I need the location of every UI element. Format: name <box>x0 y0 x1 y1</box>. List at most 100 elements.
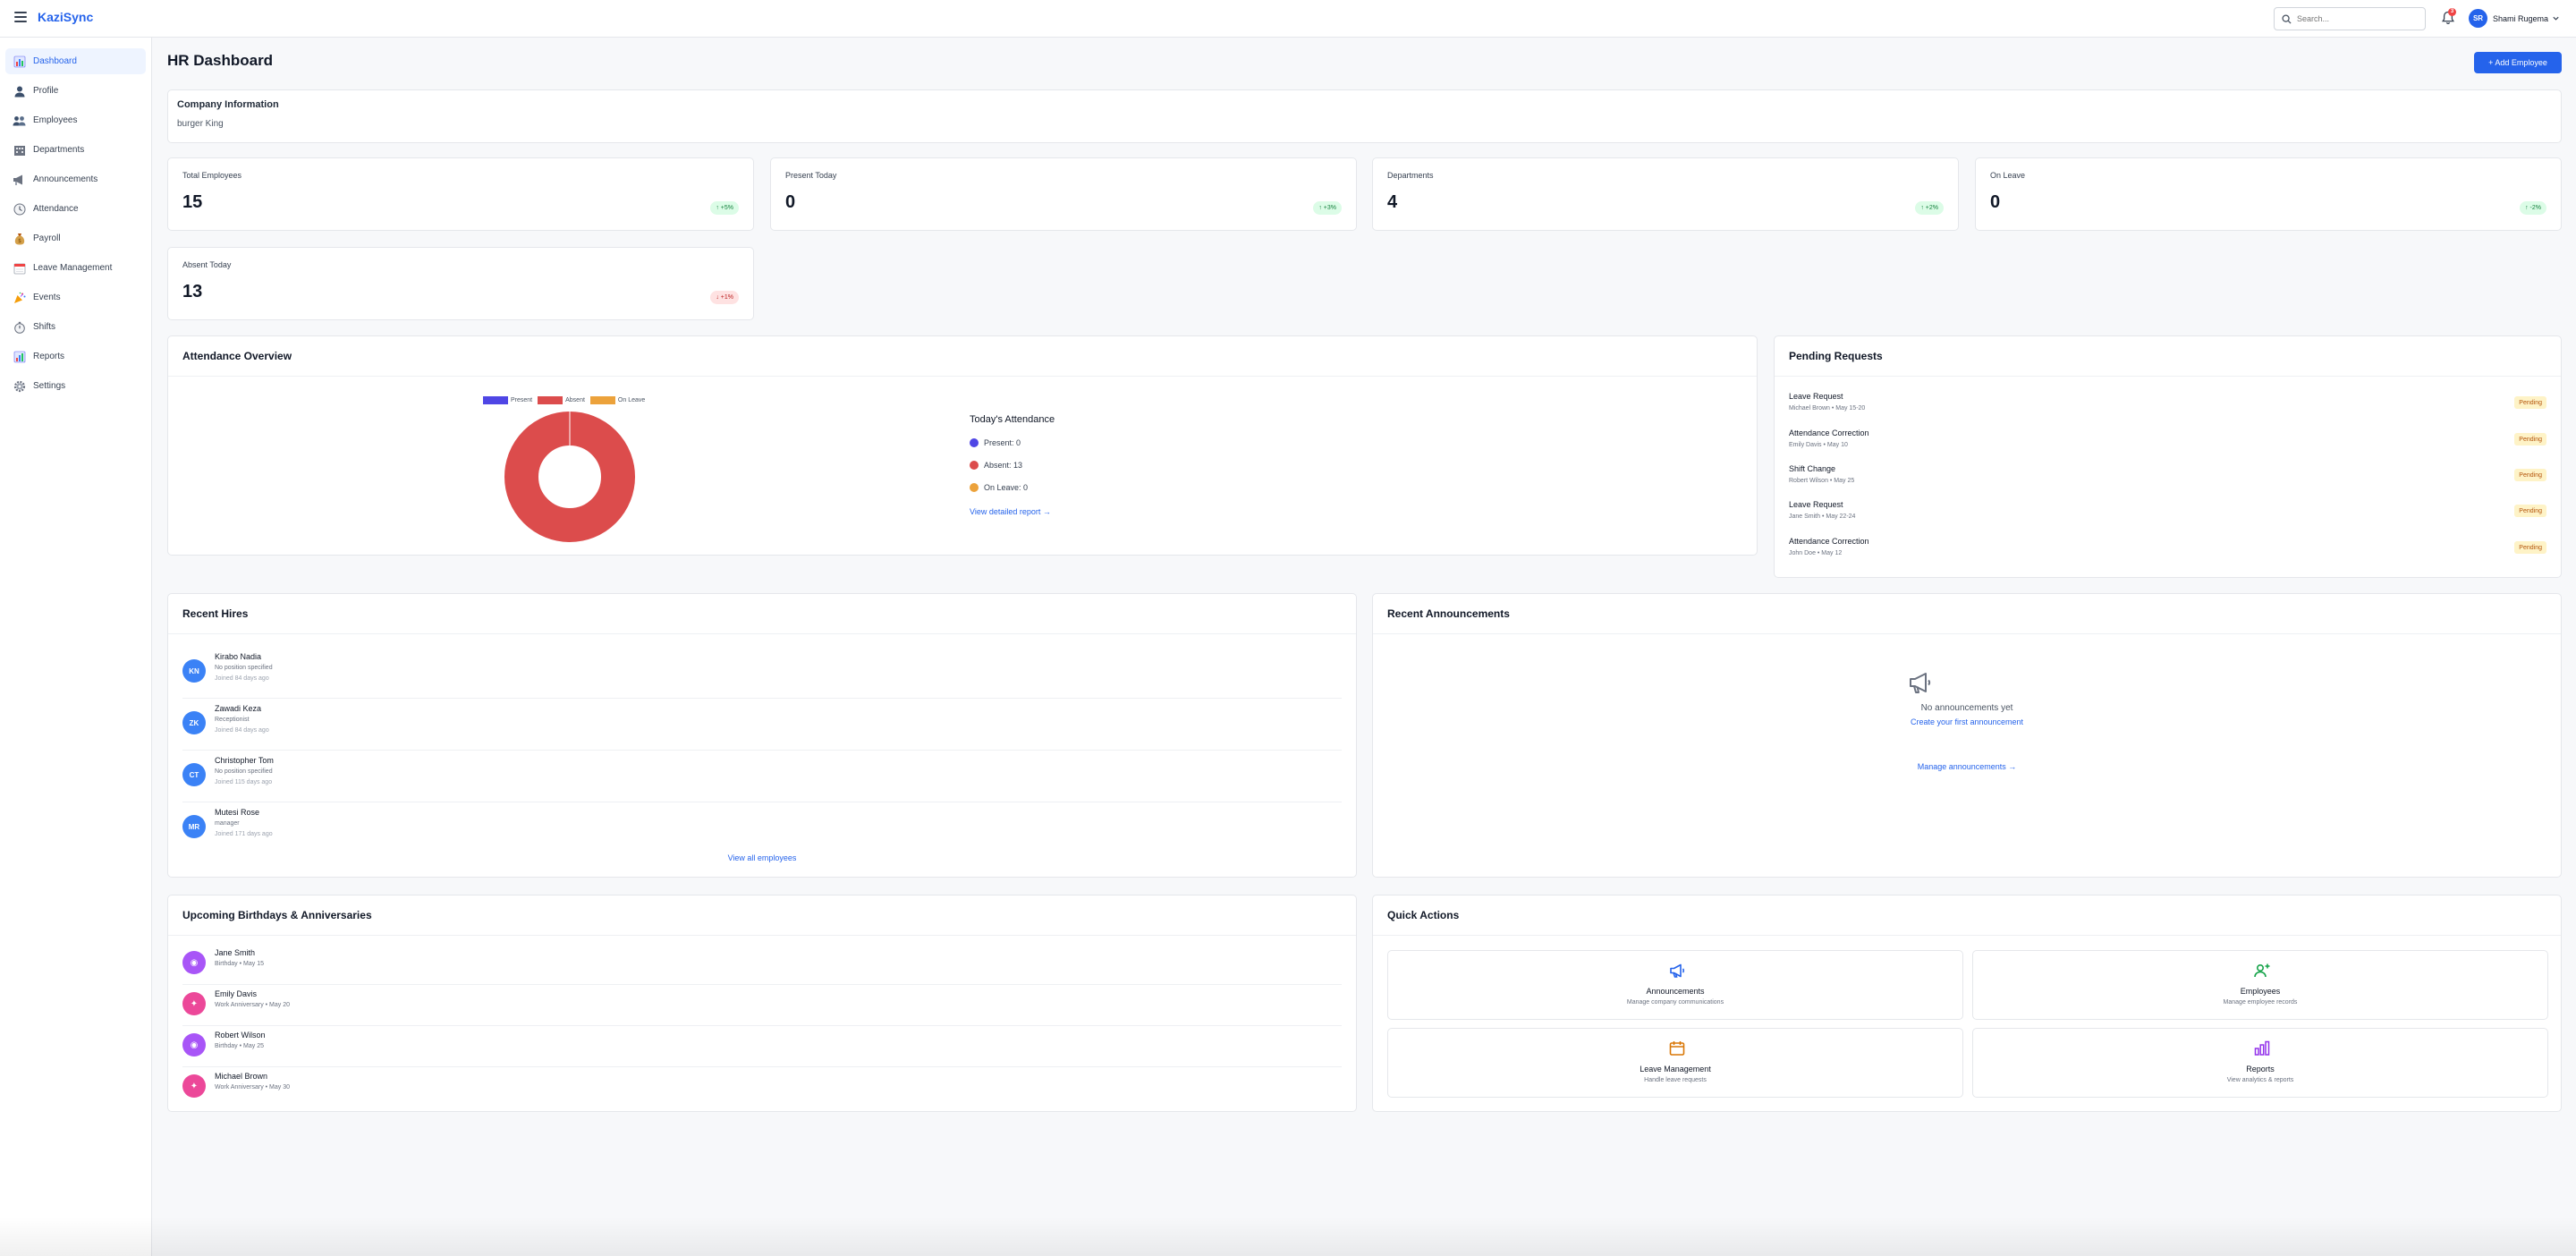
quick-action-reports[interactable]: Reports View analytics & reports <box>1972 1028 2548 1098</box>
recent-announcements-card: Recent Announcements No announcements ye… <box>1372 593 2562 878</box>
person-name: Michael Brown <box>215 1072 268 1081</box>
search-input[interactable] <box>2297 14 2413 23</box>
attendance-row-absent: Absent: 13 <box>970 461 1022 470</box>
sidebar-item-attendance[interactable]: Attendance <box>5 196 146 222</box>
attendance-donut-chart[interactable] <box>503 410 637 544</box>
card-title: Pending Requests <box>1789 350 1883 362</box>
anniversary-icon: ✦ <box>182 992 206 1015</box>
attendance-overview-card: Attendance Overview Present Absent On Le… <box>167 335 1758 556</box>
pending-request-row[interactable]: Leave Request Jane Smith • May 22-24 Pen… <box>1789 500 2546 536</box>
stat-value: 13 <box>182 282 203 301</box>
calendar-icon <box>1669 1041 1685 1056</box>
list-item[interactable]: MR Mutesi Rose manager Joined 171 days a… <box>182 802 1342 854</box>
quick-action-leave-management[interactable]: Leave Management Handle leave requests <box>1387 1028 1963 1098</box>
status-dot <box>970 483 979 492</box>
view-all-employees-link[interactable]: View all employees <box>168 853 1356 862</box>
menu-icon[interactable] <box>14 12 27 22</box>
person-name: Jane Smith <box>215 948 256 957</box>
pending-request-row[interactable]: Attendance Correction Emily Davis • May … <box>1789 429 2546 464</box>
pending-requests-card: Pending Requests Leave Request Michael B… <box>1774 335 2562 578</box>
sidebar-item-dashboard[interactable]: Dashboard <box>5 48 146 74</box>
create-announcement-link[interactable]: Create your first announcement <box>1373 717 2561 726</box>
stat-label: Absent Today <box>182 260 232 269</box>
request-detail: Emily Davis • May 10 <box>1789 442 1848 448</box>
status-badge: Pending <box>2514 469 2546 481</box>
list-item[interactable]: CT Christopher Tom No position specified… <box>182 751 1342 802</box>
legend-item-present[interactable]: Present <box>483 396 532 404</box>
legend-label: Present <box>511 397 533 403</box>
search-icon <box>2282 13 2292 24</box>
event-detail: Birthday • May 15 <box>215 961 264 967</box>
stat-label: Departments <box>1387 171 1434 180</box>
card-title: Upcoming Birthdays & Anniversaries <box>182 909 372 921</box>
attendance-row-present: Present: 0 <box>970 438 1021 447</box>
megaphone-icon <box>1670 963 1685 978</box>
sidebar-item-profile[interactable]: Profile <box>5 78 146 104</box>
request-title: Attendance Correction <box>1789 537 1869 546</box>
employee-name: Christopher Tom <box>215 756 274 765</box>
user-menu[interactable]: SR Shami Rugema <box>2469 9 2560 28</box>
sidebar-item-settings[interactable]: Settings <box>5 373 146 399</box>
brand-logo[interactable]: KaziSync <box>38 10 93 24</box>
sidebar-item-announcements[interactable]: Announcements <box>5 166 146 192</box>
employee-position: No position specified <box>215 665 273 671</box>
trend-badge: ↑ -2% <box>2520 201 2546 215</box>
pending-request-row[interactable]: Leave Request Michael Brown • May 15-20 … <box>1789 392 2546 428</box>
trend-badge: ↑ +2% <box>1915 201 1944 215</box>
legend-swatch <box>483 396 508 404</box>
sidebar-item-events[interactable]: Events <box>5 284 146 310</box>
sidebar-item-shifts[interactable]: Shifts <box>5 314 146 340</box>
legend-item-on-leave[interactable]: On Leave <box>589 396 646 404</box>
anniversary-icon: ✦ <box>182 1074 206 1098</box>
avatar: MR <box>182 815 206 838</box>
top-bar: KaziSync 3 SR Shami Rugema <box>0 0 2576 38</box>
company-info-card: Company Information burger King <box>167 89 2562 143</box>
person-name: Emily Davis <box>215 989 258 998</box>
legend-swatch <box>589 396 615 404</box>
stopwatch-icon <box>13 320 26 334</box>
legend-item-absent[interactable]: Absent <box>538 396 585 404</box>
add-employee-button[interactable]: + Add Employee <box>2474 52 2562 73</box>
company-info-title: Company Information <box>177 99 279 110</box>
chevron-down-icon <box>2553 16 2559 21</box>
trend-badge: ↑ +5% <box>710 201 739 215</box>
list-item[interactable]: ◉ Robert Wilson Birthday • May 25 <box>182 1026 1342 1067</box>
window-edge-shadow <box>0 1217 2576 1256</box>
sidebar-item-label: Attendance <box>33 204 79 214</box>
sidebar-item-leave-management[interactable]: Leave Management <box>5 255 146 281</box>
legend-label: On Leave <box>617 397 646 403</box>
stat-label: Present Today <box>785 171 837 180</box>
search-box[interactable] <box>2274 7 2426 30</box>
notification-bell[interactable]: 3 <box>2440 8 2456 26</box>
quick-action-employees[interactable]: Employees Manage employee records <box>1972 950 2548 1020</box>
employee-name: Mutesi Rose <box>215 808 260 817</box>
quick-action-title: Leave Management <box>1640 1065 1711 1074</box>
pending-request-row[interactable]: Attendance Correction John Doe • May 12 … <box>1789 537 2546 573</box>
page-title: HR Dashboard <box>167 52 274 69</box>
sidebar-item-payroll[interactable]: $ Payroll <box>5 225 146 251</box>
card-header: Quick Actions <box>1373 895 2561 936</box>
card-header: Pending Requests <box>1775 336 2561 377</box>
sidebar-item-label: Shifts <box>33 322 56 332</box>
list-item[interactable]: ✦ Emily Davis Work Anniversary • May 20 <box>182 985 1342 1026</box>
list-item[interactable]: ◉ Jane Smith Birthday • May 15 <box>182 944 1342 985</box>
sidebar-item-departments[interactable]: Departments <box>5 137 146 163</box>
list-item[interactable]: ✦ Michael Brown Work Anniversary • May 3… <box>182 1067 1342 1108</box>
sidebar-item-label: Departments <box>33 145 85 155</box>
birthday-icon: ◉ <box>182 1033 206 1057</box>
card-header: Recent Hires <box>168 594 1356 634</box>
list-item[interactable]: KN Kirabo Nadia No position specified Jo… <box>182 647 1342 699</box>
view-detailed-report-link[interactable]: View detailed report → <box>970 507 1051 516</box>
employee-name: Kirabo Nadia <box>215 652 262 661</box>
quick-action-announcements[interactable]: Announcements Manage company communicati… <box>1387 950 1963 1020</box>
sidebar-item-reports[interactable]: Reports <box>5 344 146 369</box>
sidebar-item-employees[interactable]: Employees <box>5 107 146 133</box>
avatar: CT <box>182 763 206 786</box>
pending-request-row[interactable]: Shift Change Robert Wilson • May 25 Pend… <box>1789 464 2546 500</box>
user-avatar: SR <box>2469 9 2487 28</box>
status-dot <box>970 438 979 447</box>
user-name: Shami Rugema <box>2493 13 2549 23</box>
manage-announcements-link[interactable]: Manage announcements → <box>1373 762 2561 771</box>
status-badge: Pending <box>2514 433 2546 446</box>
list-item[interactable]: ZK Zawadi Keza Receptionist Joined 84 da… <box>182 699 1342 751</box>
